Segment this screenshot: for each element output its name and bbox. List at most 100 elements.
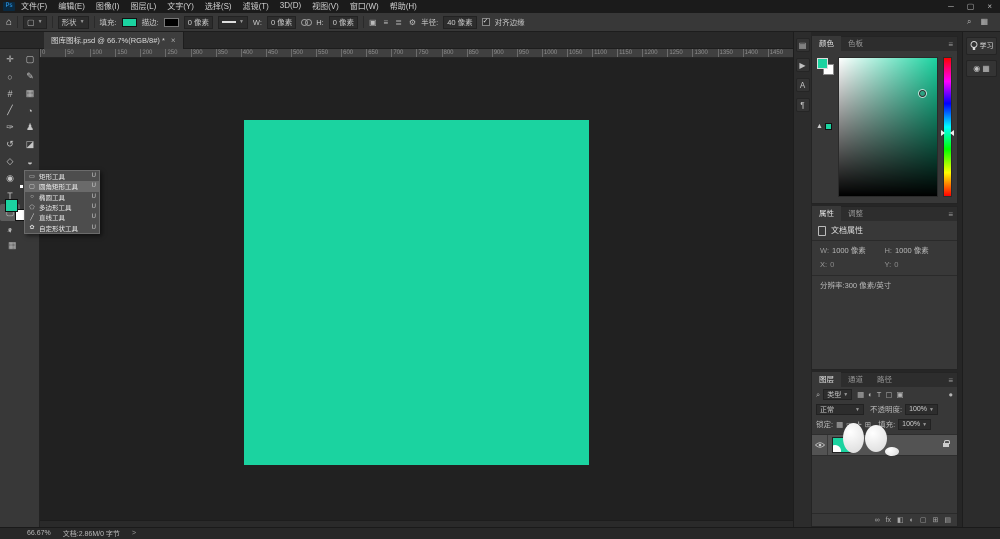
menu-item[interactable]: 视图(V) [312,1,339,12]
flyout-tool-item[interactable]: ○ 椭圆工具 U [25,192,99,202]
options-icon[interactable]: ≡ [384,18,389,27]
flyout-tool-item[interactable]: ⬠ 多边形工具 U [25,202,99,212]
filter-toggle-icon[interactable]: ● [948,390,953,399]
panel-tab[interactable]: 通道 [841,372,870,387]
hue-slider[interactable] [943,57,952,197]
layers-bottom-icon[interactable]: ⊞ [933,516,939,524]
dock-panel-button[interactable]: A [796,78,810,92]
menu-item[interactable]: 图层(L) [130,1,156,12]
document-tab[interactable]: 图库图标.psd @ 66.7%(RGB/8#) * × [44,32,184,49]
learn-panel-button[interactable]: 学习 [966,37,997,55]
canvas-artwork[interactable] [244,120,589,465]
tool-button[interactable]: ╱ [0,102,20,119]
dock-panel-button[interactable]: ▶ [796,58,810,72]
close-tab-icon[interactable]: × [171,36,176,45]
menu-item[interactable]: 文字(Y) [167,1,194,12]
layers-bottom-icon[interactable]: ▤ [944,516,951,524]
canvas-area[interactable] [40,58,793,520]
stroke-type-select[interactable]: ▼ [218,16,248,29]
foreground-color-swatch[interactable] [5,199,18,212]
tool-button[interactable]: ✛ [0,51,20,68]
tool-preset-picker[interactable]: ▢▼ [23,16,47,29]
align-edges-checkbox[interactable] [482,18,490,26]
tool-button[interactable]: ↺ [0,136,20,153]
menu-item[interactable]: 帮助(H) [390,1,417,12]
tool-mode-select[interactable]: 形状▼ [58,16,89,29]
dock-panel-button[interactable]: ▤ [796,38,810,52]
layers-bottom-icon[interactable]: ◐ [910,517,914,524]
panel-menu-icon[interactable]: ≡ [948,376,957,387]
tool-button[interactable]: ◔ [20,102,40,119]
panel-menu-icon[interactable]: ≡ [948,210,957,221]
library-dock-icon[interactable]: ▦ [982,64,990,73]
gamut-warning-icon[interactable]: ▲ [816,123,823,130]
web-safe-color-swatch[interactable] [825,123,832,130]
tool-button[interactable]: ◇ [0,153,20,170]
menu-item[interactable]: 文件(F) [21,1,47,12]
horizontal-scrollbar[interactable] [40,520,793,527]
fill-color-swatch[interactable] [122,18,137,27]
saturation-brightness-field[interactable] [838,57,938,197]
layer-filter-icon[interactable]: ◐ [868,390,873,399]
layer-filter-icon[interactable]: ▦ [857,390,864,399]
lock-option-icon[interactable]: ▦ [836,420,843,429]
options-icon[interactable]: ≣ [395,18,402,27]
menu-item[interactable]: 选择(S) [205,1,232,12]
opacity-input[interactable]: 100%▼ [905,404,938,415]
tool-button[interactable]: ♟ [20,119,40,136]
shape-height-input[interactable]: 0 像素 [329,16,358,29]
tool-button[interactable]: ✑ [0,119,20,136]
color-picker-marker[interactable] [919,90,926,97]
stroke-width-input[interactable]: 0 像素 [184,16,213,29]
options-right-icon[interactable]: ▦ [980,17,988,27]
tool-button[interactable]: ◉ [0,170,20,187]
tool-button[interactable]: ▦ [20,85,40,102]
window-control-button[interactable]: ▢ [967,2,975,11]
panel-tab[interactable]: 图层 [812,372,841,387]
tool-button[interactable]: # [0,85,20,102]
layer-filter-select[interactable]: 类型▼ [823,389,852,400]
hue-slider-marker[interactable] [950,130,954,136]
status-options-chevron[interactable]: > [132,530,136,537]
stroke-color-swatch[interactable] [164,18,179,27]
menu-item[interactable]: 编辑(E) [58,1,85,12]
options-icon[interactable]: ▣ [369,18,377,27]
window-control-button[interactable]: × [987,2,992,11]
layer-search-icon[interactable]: ⌕ [816,390,820,400]
zoom-level[interactable]: 66.67% [27,530,51,537]
flyout-tool-item[interactable]: ╱ 直线工具 U [25,212,99,222]
tool-button[interactable]: ○ [0,68,20,85]
home-icon[interactable]: ⌂ [6,17,12,28]
panel-tab[interactable]: 路径 [870,372,899,387]
flyout-tool-item[interactable]: ▢ 圆角矩形工具 U [25,181,99,191]
quick-mask-icon[interactable]: ◐ [8,225,13,235]
flyout-tool-item[interactable]: ▭ 矩形工具 U [25,171,99,181]
fill-input[interactable]: 100%▼ [898,419,931,430]
menu-item[interactable]: 窗口(W) [350,1,379,12]
hue-slider-marker[interactable] [941,130,945,136]
layers-bottom-icon[interactable]: ▢ [920,516,927,524]
tool-button[interactable]: ◒ [20,153,40,170]
menu-item[interactable]: 滤镜(T) [243,1,269,12]
layers-bottom-icon[interactable]: fx [886,517,891,524]
menu-item[interactable]: 3D(D) [280,1,301,12]
library-dock-icon[interactable]: ◉ [973,64,980,73]
layer-filter-icon[interactable]: ▣ [896,390,903,399]
menu-item[interactable]: 图像(I) [96,1,120,12]
dock-panel-button[interactable]: ¶ [796,98,810,112]
panel-tab[interactable]: 属性 [812,206,841,221]
tool-button[interactable]: ✎ [20,68,40,85]
options-icon[interactable]: ⚙ [409,18,416,27]
radius-input[interactable]: 40 像素 [443,16,476,29]
tool-button[interactable]: ◪ [20,136,40,153]
panel-menu-icon[interactable]: ≡ [948,40,957,51]
layer-filter-icon[interactable]: T [877,390,882,399]
panel-tab[interactable]: 调整 [841,206,870,221]
screen-mode-icon[interactable]: ▦ [8,240,17,251]
shape-width-input[interactable]: 0 像素 [267,16,296,29]
tool-button[interactable]: ▢ [20,51,40,68]
flyout-tool-item[interactable]: ✿ 自定形状工具 U [25,222,99,232]
layers-bottom-icon[interactable]: ◧ [897,516,904,524]
panel-tab[interactable]: 色板 [841,36,870,51]
layer-filter-icon[interactable]: ▢ [885,390,892,399]
